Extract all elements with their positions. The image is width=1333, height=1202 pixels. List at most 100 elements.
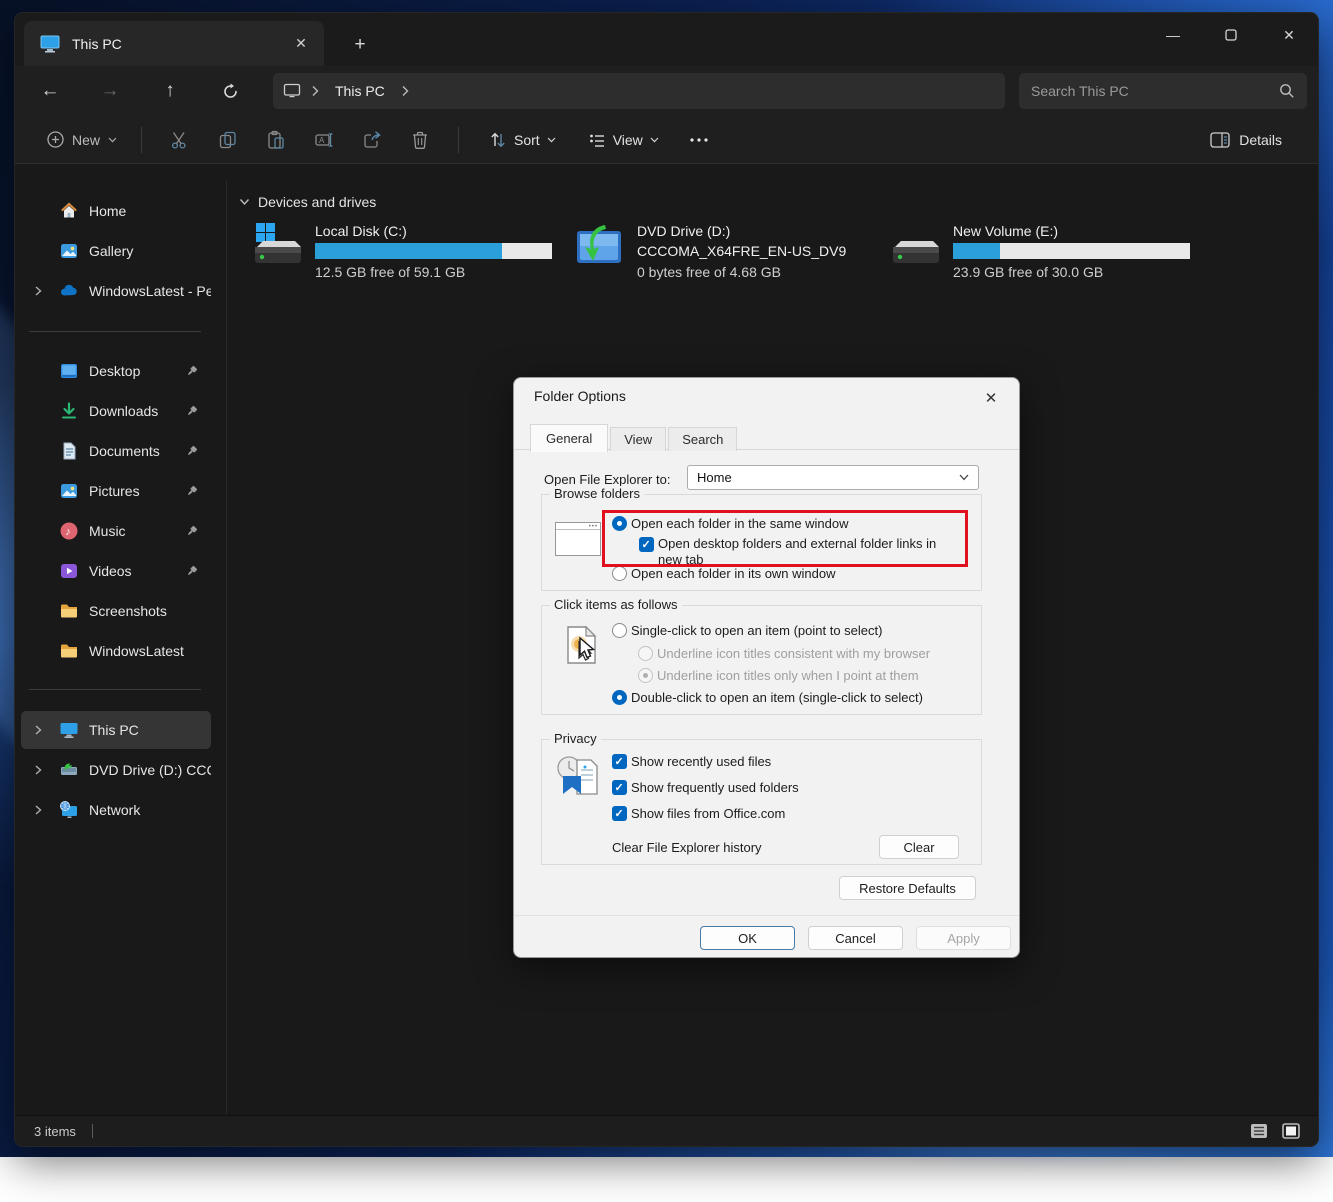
group-legend: Browse folders [550,486,644,501]
sidebar-item-this-pc[interactable]: This PC [21,711,211,749]
radio-single-click[interactable] [612,623,627,638]
tab-general[interactable]: General [530,424,608,452]
radio-own-window-label[interactable]: Open each folder in its own window [631,566,961,582]
more-options-button[interactable] [679,122,719,158]
checkbox-office-files-label[interactable]: Show files from Office.com [631,806,951,822]
folder-icon [59,641,79,661]
sidebar-item-windowslatest[interactable]: WindowsLatest [21,632,211,670]
pin-icon [184,364,199,379]
section-devices-and-drives[interactable]: Devices and drives [239,194,376,210]
chevron-right-icon [31,284,45,298]
thumbnail-view-icon [1282,1123,1300,1139]
ellipsis-icon [690,138,708,142]
drive-new-volume-e[interactable]: New Volume (E:) 23.9 GB free of 30.0 GB [887,221,1197,282]
ok-button[interactable]: OK [700,926,795,950]
new-tab-button[interactable]: + [345,31,375,59]
sidebar-item-home[interactable]: Home [21,192,211,230]
radio-single-click-label[interactable]: Single-click to open an item (point to s… [631,623,971,639]
refresh-button[interactable] [213,74,247,108]
delete-button[interactable] [400,122,440,158]
dialog-close-button[interactable]: ✕ [979,386,1003,410]
breadcrumb-chevron-icon[interactable] [401,85,409,97]
this-pc-icon [59,720,79,740]
details-button[interactable]: Details [1200,125,1292,155]
apply-button[interactable]: Apply [916,926,1011,950]
drive-dvd-d[interactable]: DVD Drive (D:) CCCOMA_X64FRE_EN-US_DV9 0… [571,221,881,282]
checkbox-frequent-folders-label[interactable]: Show frequently used folders [631,780,951,796]
group-legend: Click items as follows [550,597,682,612]
details-view-button[interactable] [1246,1119,1272,1143]
chevron-down-icon [959,474,969,481]
copy-icon [218,130,238,150]
minimize-button[interactable]: — [1144,13,1202,57]
sidebar-item-music[interactable]: ♪ Music [21,512,211,550]
up-button[interactable]: ↑ [153,74,187,108]
view-label: View [613,132,643,148]
sidebar-item-gallery[interactable]: Gallery [21,232,211,270]
section-title: Devices and drives [258,194,376,210]
sidebar-item-desktop[interactable]: Desktop [21,352,211,390]
rename-button[interactable]: A [304,122,344,158]
checkbox-recent-files[interactable] [612,754,627,769]
desktop-icon [59,361,79,381]
drive-name: New Volume (E:) [953,221,1193,241]
sidebar-item-network[interactable]: Network [21,791,211,829]
radio-double-click[interactable] [612,690,627,705]
tab-view[interactable]: View [610,427,666,451]
sidebar-item-documents[interactable]: Documents [21,432,211,470]
click-items-group: Click items as follows Single-click to o… [541,605,982,715]
details-pane-icon [1210,132,1230,148]
sidebar-item-screenshots[interactable]: Screenshots [21,592,211,630]
cut-icon [170,130,190,150]
drive-local-disk-c[interactable]: Local Disk (C:) 12.5 GB free of 59.1 GB [249,221,559,282]
close-button[interactable]: ✕ [1260,13,1318,57]
restore-defaults-button[interactable]: Restore Defaults [839,876,976,900]
maximize-button[interactable] [1202,13,1260,57]
cancel-button[interactable]: Cancel [808,926,903,950]
videos-icon [59,561,79,581]
sidebar-item-downloads[interactable]: Downloads [21,392,211,430]
paste-button[interactable] [256,122,296,158]
tab-search[interactable]: Search [668,427,737,451]
folder-options-dialog: Folder Options ✕ General View Search Ope… [513,377,1020,958]
sidebar-item-pictures[interactable]: Pictures [21,472,211,510]
breadcrumb[interactable]: This PC [329,81,391,101]
this-pc-icon [40,35,60,53]
search-input[interactable]: Search This PC [1031,83,1279,99]
chevron-down-icon [108,137,117,143]
sidebar-item-onedrive[interactable]: WindowsLatest - Pe [21,272,211,310]
radio-underline-browser[interactable] [638,646,653,661]
large-icons-view-button[interactable] [1278,1119,1304,1143]
copy-button[interactable] [208,122,248,158]
forward-button[interactable]: → [93,74,127,108]
sidebar-item-dvd-drive[interactable]: DVD Drive (D:) CCC [21,751,211,789]
address-bar[interactable]: This PC [273,73,1005,109]
view-button[interactable]: View [578,124,669,156]
search-icon[interactable] [1279,83,1295,99]
share-button[interactable] [352,122,392,158]
search-box[interactable]: Search This PC [1019,73,1307,109]
checkbox-office-files[interactable] [612,806,627,821]
item-count: 3 items [34,1124,76,1139]
clear-button[interactable]: Clear [879,835,959,859]
checkbox-frequent-folders[interactable] [612,780,627,795]
radio-double-click-label[interactable]: Double-click to open an item (single-cli… [631,690,971,706]
checkbox-recent-files-label[interactable]: Show recently used files [631,754,951,770]
tab-close-icon[interactable]: ✕ [288,31,314,57]
drive-free-space: 0 bytes free of 4.68 GB [637,262,877,282]
radio-own-window[interactable] [612,566,627,581]
cut-button[interactable] [160,122,200,158]
sidebar-item-videos[interactable]: Videos [21,552,211,590]
plus-circle-icon [47,131,64,148]
open-to-dropdown[interactable]: Home [687,465,979,490]
new-button[interactable]: New [37,124,127,155]
radio-underline-point[interactable] [638,668,653,683]
breadcrumb-chevron-icon [311,85,319,97]
documents-icon [59,441,79,461]
pin-icon [184,484,199,499]
pin-icon [184,444,199,459]
back-button[interactable]: ← [33,74,67,108]
sort-button[interactable]: Sort [479,124,566,156]
capacity-bar-fill [953,243,1000,259]
tab-this-pc[interactable]: This PC ✕ [24,21,324,66]
